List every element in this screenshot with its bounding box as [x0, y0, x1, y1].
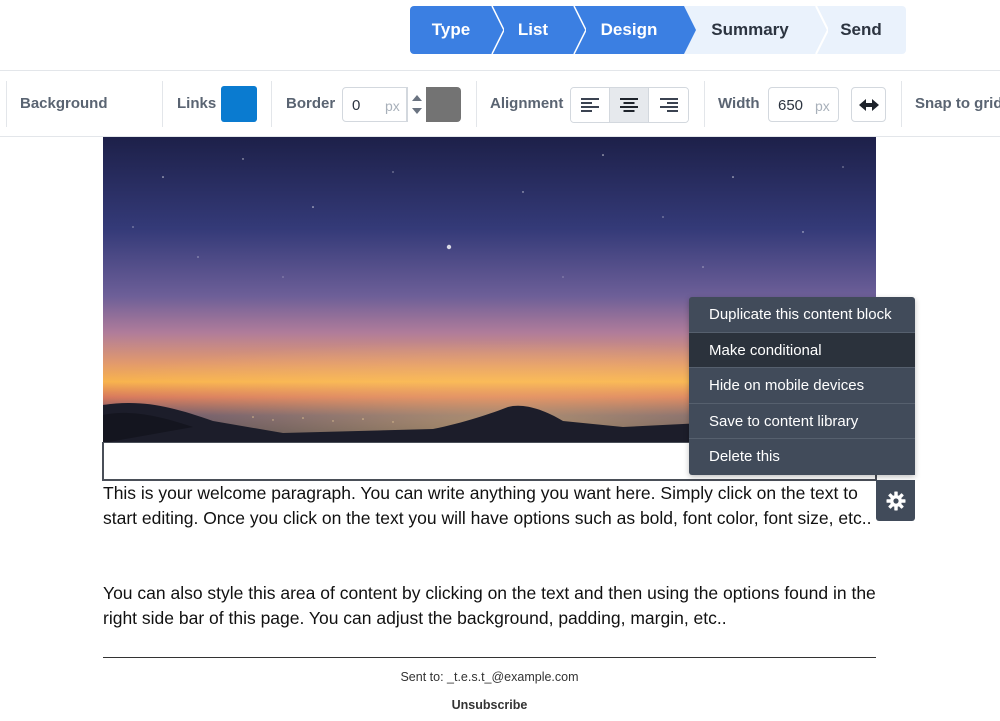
step-list[interactable]: List: [492, 6, 586, 54]
border-unit: px: [385, 98, 400, 114]
style-paragraph[interactable]: You can also style this area of content …: [103, 581, 879, 631]
menu-item-make-conditional[interactable]: Make conditional: [689, 332, 915, 369]
step-label: Type: [431, 20, 471, 39]
step-separator-icon: [572, 6, 586, 54]
step-separator-icon: [815, 6, 828, 54]
welcome-paragraph[interactable]: This is your welcome paragraph. You can …: [103, 481, 879, 531]
alignment-label: Alignment: [490, 95, 564, 112]
wizard-steps: Type List Design Summary Send: [410, 6, 906, 54]
toolbar-divider: [476, 81, 477, 127]
width-label: Width: [718, 95, 760, 112]
toolbar-divider: [704, 81, 705, 127]
menu-item-duplicate[interactable]: Duplicate this content block: [689, 297, 915, 333]
alignment-button-group: [570, 87, 689, 123]
step-label: List: [517, 20, 549, 39]
toolbar-divider: [162, 81, 163, 127]
align-left-button[interactable]: [571, 88, 610, 122]
border-width-value: 0: [352, 97, 361, 114]
align-right-icon: [659, 98, 678, 112]
width-value: 650: [778, 97, 804, 114]
gear-icon: [886, 491, 905, 510]
increment-icon[interactable]: [412, 95, 422, 101]
snap-to-grid-label[interactable]: Snap to grid: [915, 95, 1000, 112]
width-unit: px: [815, 98, 830, 114]
step-summary[interactable]: Summary: [684, 6, 828, 54]
align-right-button[interactable]: [649, 88, 688, 122]
toolbar-divider: [901, 81, 902, 127]
step-send[interactable]: Send: [816, 6, 906, 54]
block-settings-button[interactable]: [876, 480, 915, 521]
step-label: Send: [840, 20, 882, 39]
step-label: Summary: [711, 20, 789, 39]
width-input[interactable]: 650 px: [768, 87, 839, 122]
menu-item-delete[interactable]: Delete this: [689, 439, 915, 475]
menu-item-hide-on-mobile[interactable]: Hide on mobile devices: [689, 368, 915, 404]
step-separator-icon: [490, 6, 504, 54]
horizontal-resize-icon: [858, 98, 879, 111]
border-color-swatch[interactable]: [426, 87, 461, 122]
step-design[interactable]: Design: [574, 6, 696, 54]
border-width-stepper[interactable]: [406, 87, 426, 122]
menu-item-save-to-library[interactable]: Save to content library: [689, 404, 915, 440]
align-center-button[interactable]: [610, 88, 649, 122]
sent-to-text: Sent to: _t.e.s.t_@example.com: [400, 670, 579, 684]
block-context-menu: Duplicate this content block Make condit…: [689, 297, 915, 475]
step-separator-icon: [682, 6, 696, 54]
background-label[interactable]: Background: [20, 95, 108, 112]
border-width-input[interactable]: 0 px: [342, 87, 408, 122]
align-left-icon: [581, 98, 599, 112]
step-label: Design: [600, 20, 658, 39]
full-width-button[interactable]: [851, 87, 886, 122]
border-label: Border: [286, 95, 336, 112]
align-center-icon: [620, 98, 638, 112]
decrement-icon[interactable]: [412, 108, 422, 114]
design-toolbar: Background Links Border 0 px Alignment W…: [0, 70, 1000, 137]
links-color-swatch[interactable]: [221, 86, 257, 122]
footer-divider: [103, 657, 876, 658]
toolbar-divider: [271, 81, 272, 127]
links-label: Links: [177, 95, 217, 112]
step-type[interactable]: Type: [410, 6, 504, 54]
toolbar-divider: [6, 81, 7, 127]
unsubscribe-link[interactable]: Unsubscribe: [103, 698, 876, 712]
